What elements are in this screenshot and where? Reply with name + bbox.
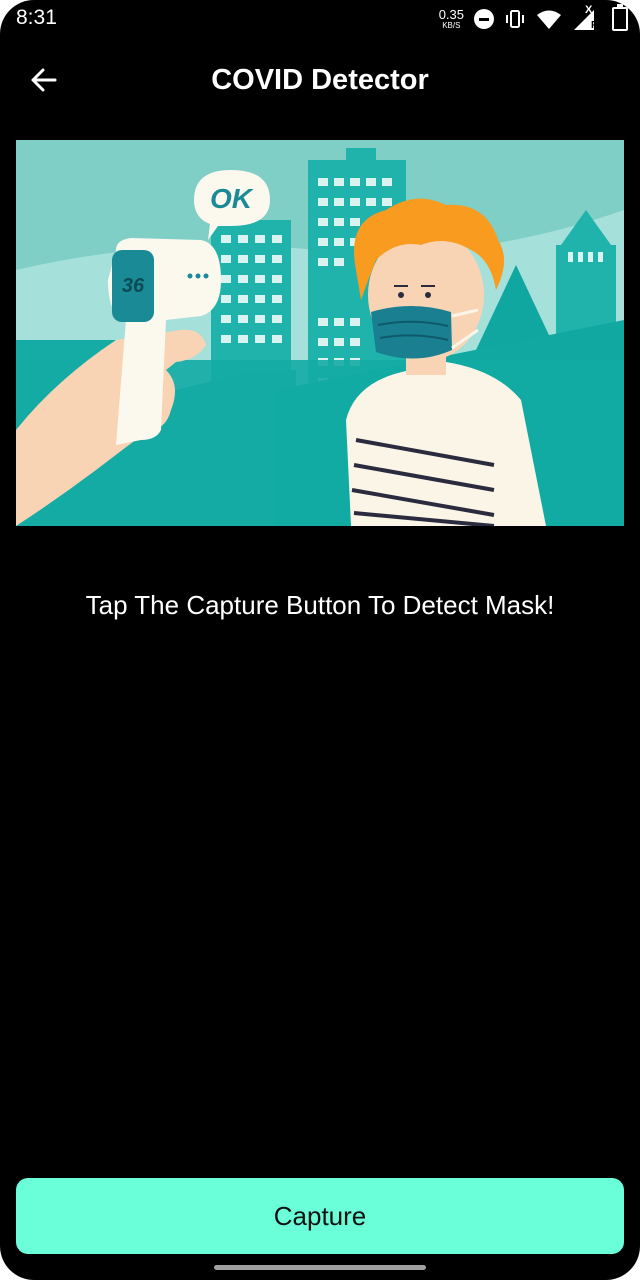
app-screen: 8:31 0.35 KB/S X R COVID Detector 36 OK … bbox=[0, 0, 640, 1280]
thermometer-reading: 36 bbox=[122, 275, 145, 297]
signal-indicator: X R bbox=[572, 4, 602, 32]
capture-button[interactable]: Capture bbox=[16, 1178, 624, 1254]
network-speed: 0.35 KB/S bbox=[439, 8, 464, 30]
vibrate-icon bbox=[506, 10, 524, 28]
dnd-icon bbox=[474, 9, 494, 29]
status-bar: 8:31 0.35 KB/S X R bbox=[0, 0, 640, 38]
signal-badge-top: X bbox=[585, 4, 593, 16]
home-indicator[interactable] bbox=[214, 1265, 426, 1270]
network-speed-unit: KB/S bbox=[442, 21, 461, 30]
instruction-text: Tap The Capture Button To Detect Mask! bbox=[85, 590, 555, 620]
battery-charging-icon bbox=[612, 4, 628, 31]
page-title: COVID Detector bbox=[211, 64, 429, 96]
status-icons: 0.35 KB/S X R bbox=[439, 4, 628, 34]
speech-bubble-text: OK bbox=[210, 183, 254, 214]
status-time: 8:31 bbox=[16, 6, 57, 29]
mask-check-illustration: 36 OK bbox=[16, 140, 624, 526]
network-speed-value: 0.35 bbox=[438, 7, 464, 22]
wifi-icon bbox=[537, 10, 561, 29]
hero-illustration: 36 OK bbox=[16, 140, 624, 526]
signal-badge-bottom: R bbox=[591, 20, 599, 31]
face-mask bbox=[371, 306, 452, 359]
app-bar: COVID Detector bbox=[0, 46, 640, 118]
